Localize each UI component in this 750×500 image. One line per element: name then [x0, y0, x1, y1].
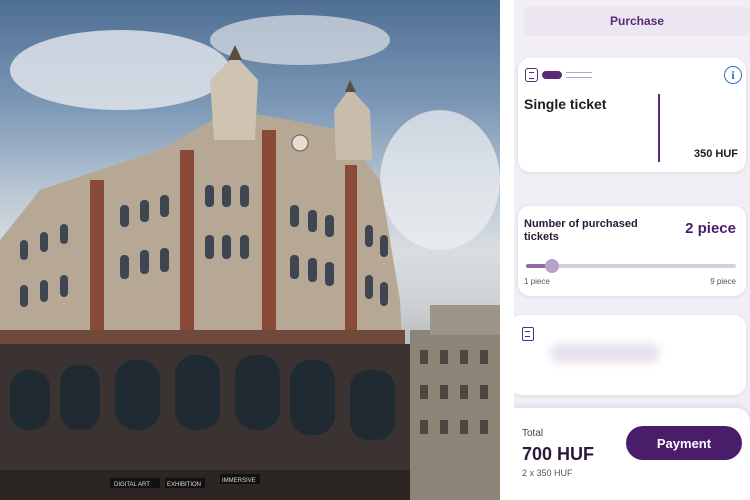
- page-title: Purchase: [524, 6, 750, 36]
- brand-text-icon: [566, 72, 592, 78]
- slider-min-label: 1 piece: [524, 277, 550, 286]
- quantity-count: 2 piece: [685, 220, 736, 237]
- quantity-slider[interactable]: [526, 259, 736, 273]
- quantity-label: Number of purchased tickets: [524, 218, 638, 243]
- document-icon: [522, 327, 534, 341]
- ticket-icon: [525, 68, 538, 82]
- slider-max-label: 9 piece: [710, 277, 736, 286]
- operator-logos: [525, 68, 592, 82]
- building-illustration: DIGITAL ART EXHIBITION IMMERSIVE: [0, 15, 500, 500]
- screen: DIGITAL ART EXHIBITION IMMERSIVE Purchas…: [0, 0, 750, 500]
- ticket-price: 350 HUF: [693, 148, 738, 160]
- divider: [500, 0, 514, 500]
- sign-digital-art: DIGITAL ART: [114, 482, 150, 488]
- ticket-name: Single ticket: [524, 96, 607, 112]
- slider-thumb[interactable]: [545, 259, 560, 273]
- blurred-content: [550, 343, 660, 363]
- total-label: Total: [522, 428, 544, 439]
- sign-exhibition: EXHIBITION: [167, 482, 201, 488]
- ticket-divider: [658, 94, 660, 162]
- checkout-footer: Total 700 HUF 2 x 350 HUF Payment: [514, 408, 750, 500]
- payment-method-card[interactable]: [514, 315, 746, 395]
- total-calculation: 2 x 350 HUF: [522, 468, 573, 478]
- brand-logo-icon: [542, 71, 562, 79]
- ticket-card[interactable]: i Single ticket 350 HUF: [518, 58, 746, 172]
- building-photo: DIGITAL ART EXHIBITION IMMERSIVE: [0, 0, 500, 500]
- payment-button[interactable]: Payment: [626, 426, 742, 460]
- sign-immersive: IMMERSIVE: [222, 478, 256, 484]
- info-icon[interactable]: i: [724, 66, 742, 84]
- quantity-card: Number of purchased tickets 2 piece 1 pi…: [518, 206, 746, 296]
- purchase-screen: Purchase i Single ticket 350 HUF Number …: [514, 0, 750, 500]
- total-amount: 700 HUF: [522, 444, 595, 464]
